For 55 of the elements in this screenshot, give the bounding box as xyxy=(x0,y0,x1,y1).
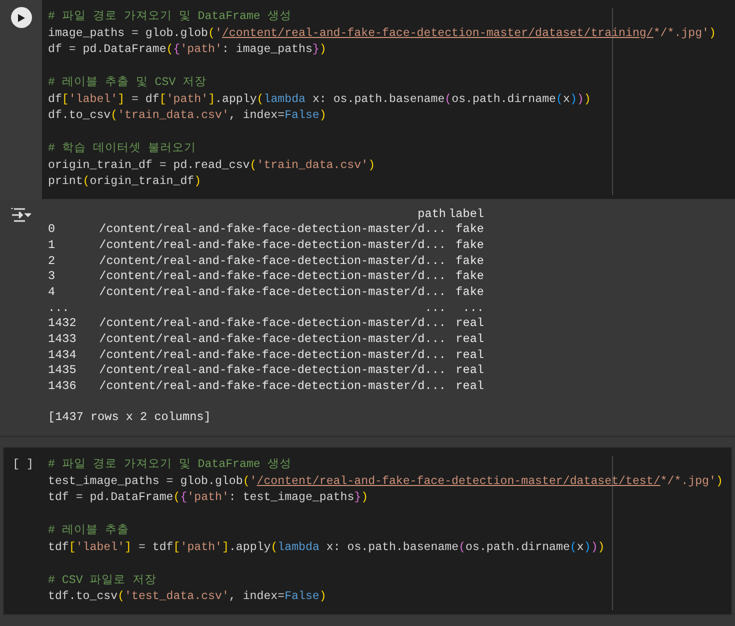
code-line: # 파일 경로 가져오기 및 DataFrame 생성 xyxy=(48,457,292,474)
table-cell-text: fake xyxy=(454,284,484,301)
table-cell-text: ... xyxy=(462,300,484,316)
code-line: tdf = pd.DataFrame({'path': test_image_paths}) xyxy=(48,490,370,506)
table-cell-text: /content/real-and-fake-face-detection-master/d... xyxy=(98,332,446,348)
table-cell-text: real xyxy=(454,332,484,348)
table-cell-text: fake xyxy=(454,222,484,238)
table-cell-text: /content/real-and-fake-face-detection-master/d... xyxy=(98,222,446,238)
row-index: 2 xyxy=(48,254,56,270)
code-line: df.to_csv('train_data.csv', index=False) xyxy=(48,108,328,124)
code-line: # 레이블 추출 xyxy=(48,523,130,540)
table-cell-text: /content/real-and-fake-face-detection-master/d... xyxy=(98,363,446,380)
table-cell-text: /content/real-and-fake-face-detection-master/d... xyxy=(98,348,446,364)
table-cell-text: real xyxy=(454,379,484,395)
table-cell-text: real xyxy=(454,348,484,364)
row-index: ... xyxy=(48,300,70,316)
row-index: 1434 xyxy=(48,348,78,364)
table-cell-text: real xyxy=(454,316,484,332)
row-index: 4 xyxy=(48,284,56,301)
output-footer: [1437 rows x 2 columns] xyxy=(48,410,484,426)
code-line: # 레이블 추출 및 CSV 저장 xyxy=(48,75,208,91)
code-line: df = pd.DataFrame({'path': image_paths}) xyxy=(48,42,328,58)
column-header: path xyxy=(416,206,446,222)
table-cell-text: /content/real-and-fake-face-detection-master/d... xyxy=(98,238,446,254)
table-cell-text: /content/real-and-fake-face-detection-master/d... xyxy=(98,254,446,270)
code-line: image_paths = glob.glob('/content/real-and-fake-face-detection-master/dataset/training/*/*.jpg') xyxy=(48,26,717,42)
row-index: 1 xyxy=(48,238,56,254)
code-line: tdf['label'] = tdf['path'].apply(lambda x: os.path.basename(os.path.dirname(x))) xyxy=(48,540,606,556)
table-cell-text: /content/real-and-fake-face-detection-master/d... xyxy=(98,316,446,332)
code-line: tdf.to_csv('test_data.csv', index=False) xyxy=(48,589,328,606)
table-cell-text: fake xyxy=(454,269,484,285)
code-line: # 학습 데이터셋 불러오기 xyxy=(48,141,197,157)
row-index: 1436 xyxy=(48,379,78,395)
row-index: 1433 xyxy=(48,332,78,348)
row-index: 0 xyxy=(48,222,56,238)
table-cell-text: /content/real-and-fake-face-detection-master/d... xyxy=(98,284,446,301)
code-line: # 파일 경로 가져오기 및 DataFrame 생성 xyxy=(48,9,292,25)
run-button[interactable] xyxy=(10,7,32,28)
row-index: 1432 xyxy=(48,316,78,332)
row-index: 3 xyxy=(48,269,56,285)
row-index: 1435 xyxy=(48,363,78,380)
table-cell-text: ... xyxy=(424,300,446,316)
column-header: label xyxy=(448,206,484,222)
table-cell-text: real xyxy=(454,363,484,380)
code-line: df['label'] = df['path'].apply(lambda x: os.path.basename(os.path.dirname(x))) xyxy=(48,92,592,108)
code-line: print(origin_train_df) xyxy=(48,174,202,190)
table-cell-text: fake xyxy=(454,238,484,254)
table-cell-text: /content/real-and-fake-face-detection-master/d... xyxy=(98,269,446,285)
table-cell-text: fake xyxy=(454,254,484,270)
code-line: origin_train_df = pd.read_csv('train_data.csv') xyxy=(48,158,376,174)
cell-prompt[interactable]: [ ] xyxy=(12,457,34,474)
play-icon xyxy=(16,12,26,22)
code-line: test_image_paths = glob.glob('/content/real-and-fake-face-detection-master/dataset/test/*/*.jpg') xyxy=(48,474,724,490)
code-line: # CSV 파일로 저장 xyxy=(48,572,158,589)
table-cell-text: /content/real-and-fake-face-detection-master/d... xyxy=(98,379,446,395)
